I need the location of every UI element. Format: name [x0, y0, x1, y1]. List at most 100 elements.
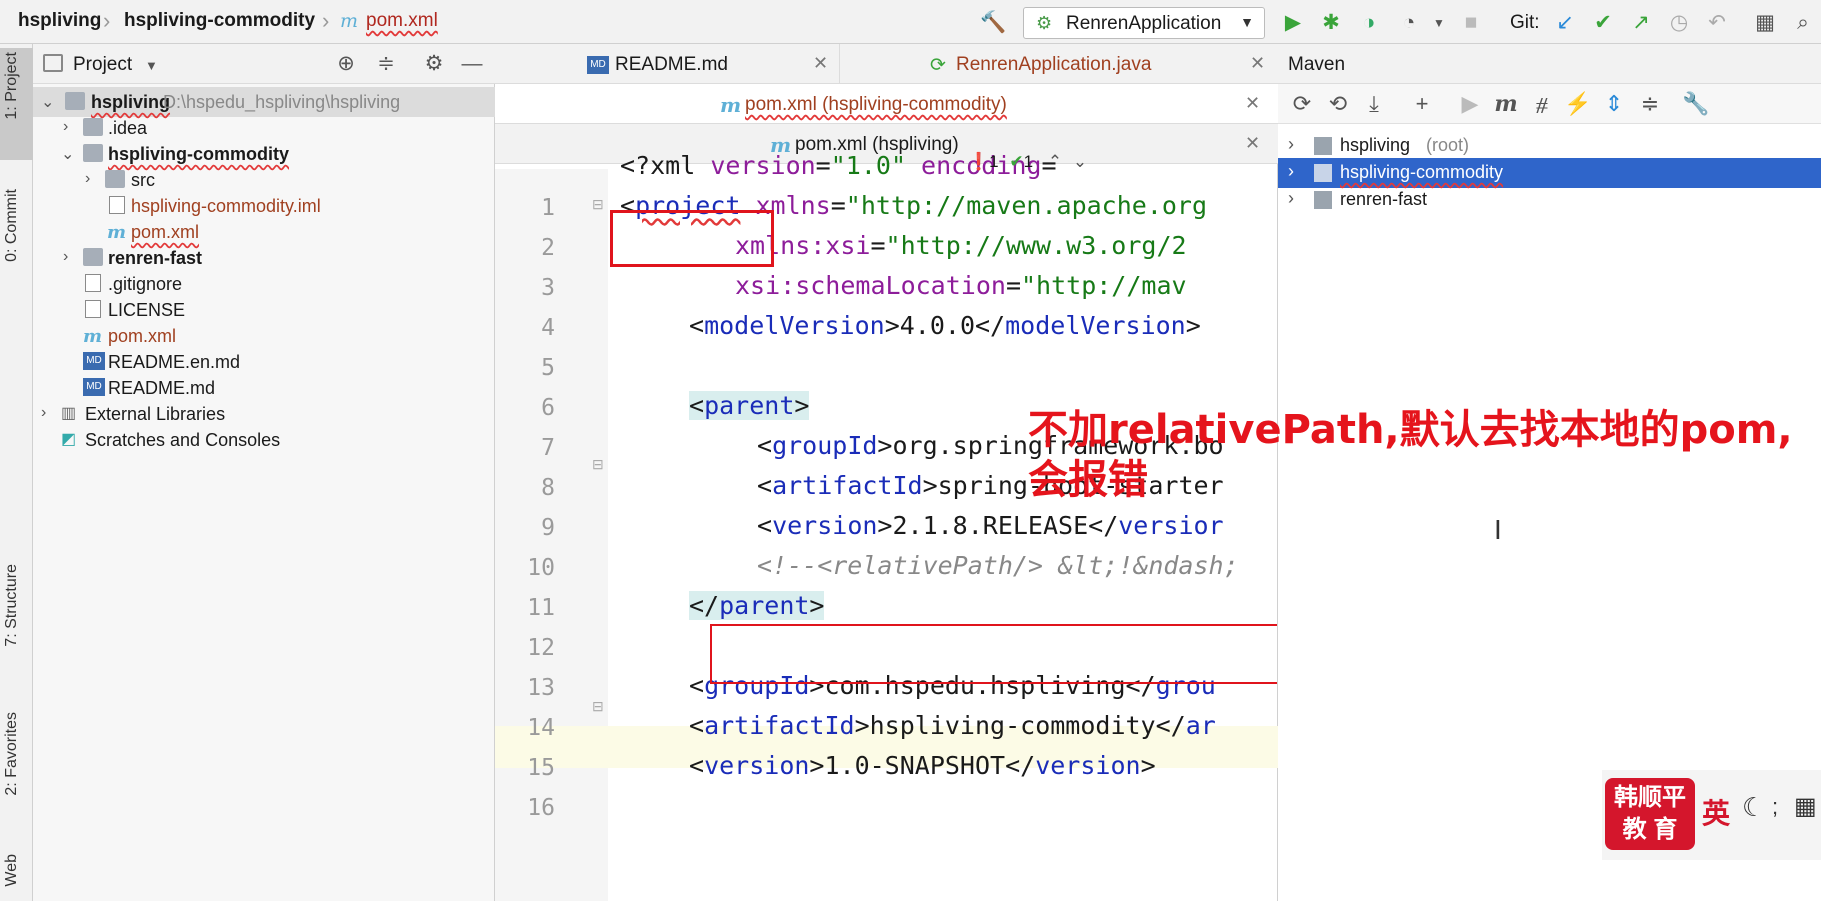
tab-commit[interactable]: 0: Commit	[3, 189, 21, 262]
run-icon[interactable]: ▶	[1280, 10, 1306, 36]
tab-renren-application[interactable]: ⟳ RenrenApplication.java ✕	[840, 44, 1278, 84]
tab-project[interactable]: 1: Project	[3, 52, 21, 120]
code-line-3[interactable]: xmlns:xsi="http://www.w3.org/2	[735, 231, 1187, 260]
maven-item-renren-fast[interactable]: › renren-fast	[1278, 185, 1821, 215]
project-view-icon	[43, 54, 63, 72]
collapse-all-icon[interactable]: ≑	[373, 51, 399, 77]
maven-item-hspliving[interactable]: › hspliving (root)	[1278, 131, 1821, 161]
breadcrumb-file[interactable]: pom.xml	[366, 10, 438, 32]
chevron-right-icon[interactable]: ›	[1288, 134, 1294, 155]
search-icon[interactable]: ⌕	[1790, 10, 1816, 36]
reload-folder-icon[interactable]: ⟲	[1324, 91, 1352, 117]
code-line-11[interactable]: <!--<relativePath/> &lt;!&ndash;	[757, 551, 1239, 580]
error-count: 1	[989, 152, 999, 171]
download-icon[interactable]: ⤓	[1360, 91, 1388, 117]
code-line-4[interactable]: xsi:schemaLocation="http://mav	[735, 271, 1187, 300]
code-line-15[interactable]: <artifactId>hspliving-commodity</ar	[689, 711, 1216, 740]
reload-icon[interactable]: ⟳	[1288, 91, 1316, 117]
wrench-icon[interactable]: 🔧	[1682, 91, 1710, 117]
close-icon[interactable]: ✕	[1250, 53, 1265, 74]
skip-tests-icon[interactable]: ⚡	[1564, 91, 1592, 117]
breadcrumb-project[interactable]: hspliving	[18, 10, 101, 32]
breadcrumb-module[interactable]: hspliving-commodity	[124, 10, 315, 32]
execute-goal-icon[interactable]: m	[1492, 91, 1520, 117]
locate-icon[interactable]: ⊕	[333, 51, 359, 77]
run-icon[interactable]: ▶	[1456, 91, 1484, 117]
line-number: 10	[527, 555, 555, 581]
code-token: modelVersion	[704, 311, 885, 340]
code-token: </	[689, 591, 720, 620]
tab-readme[interactable]: MD README.md ✕	[495, 44, 840, 84]
add-icon[interactable]: +	[1408, 91, 1436, 117]
ime-language-label[interactable]: 英	[1702, 792, 1730, 832]
code-line-10[interactable]: <version>2.1.8.RELEASE</versior	[757, 511, 1224, 540]
keyboard-icon[interactable]: ▦	[1794, 792, 1817, 821]
inspection-widget[interactable]: ❗1 ✔1 ⌃ ⌄	[968, 152, 1087, 172]
library-icon: ▥	[61, 405, 77, 422]
hide-icon[interactable]: —	[459, 51, 485, 77]
line-number: 9	[541, 515, 555, 541]
code-token: >	[1140, 751, 1156, 780]
project-structure-icon[interactable]: ▦	[1752, 10, 1778, 36]
show-dependencies-icon[interactable]: ⇕	[1600, 91, 1628, 117]
git-push-icon[interactable]: ↗	[1628, 10, 1654, 36]
collapse-all-icon[interactable]: ≑	[1636, 91, 1664, 117]
debug-icon[interactable]: ✱	[1318, 10, 1344, 36]
project-panel-title[interactable]: Project	[73, 54, 132, 76]
tree-item-label: External Libraries	[85, 404, 226, 424]
chevron-down-icon[interactable]: ⌄	[61, 144, 74, 164]
tree-item-label: LICENSE	[108, 300, 186, 320]
tab-favorites[interactable]: 2: Favorites	[3, 712, 21, 796]
tab-pom-commodity[interactable]: m pom.xml (hspliving-commodity) ✕	[495, 84, 1278, 124]
maven-module-icon	[1314, 191, 1332, 209]
profile-icon[interactable]: ◔	[1396, 10, 1422, 36]
line-number: 4	[541, 315, 555, 341]
chevron-right-icon[interactable]: ›	[63, 118, 68, 136]
chevron-down-icon[interactable]: ⌄	[41, 92, 54, 112]
code-line-16[interactable]: <version>1.0-SNAPSHOT</version>	[689, 751, 1156, 780]
stop-icon[interactable]: ■	[1458, 10, 1484, 36]
chevron-down-icon[interactable]: ▼	[145, 58, 158, 73]
code-line-12[interactable]: </parent>	[689, 591, 825, 620]
gear-icon[interactable]: ⚙	[421, 51, 447, 77]
markdown-icon: MD	[587, 56, 609, 74]
chevron-right-icon[interactable]: ›	[63, 248, 68, 266]
tree-item-scratches[interactable]: ◩ Scratches and Consoles	[33, 425, 495, 455]
maven-item-hspliving-commodity[interactable]: › hspliving-commodity	[1278, 158, 1821, 188]
fold-marker-icon[interactable]: ⊟	[592, 196, 604, 213]
iml-file-icon	[109, 196, 125, 214]
spring-icon: ⚙	[1036, 13, 1053, 33]
chevron-right-icon[interactable]: ›	[1288, 188, 1294, 209]
rollback-icon[interactable]: ↶	[1704, 10, 1730, 36]
close-icon[interactable]: ✕	[813, 53, 828, 74]
chevron-right-icon[interactable]: ›	[41, 404, 46, 422]
history-icon[interactable]: ◷	[1666, 10, 1692, 36]
punctuation-icon[interactable]: ;	[1772, 794, 1778, 820]
chevron-down-icon[interactable]: ▼	[1426, 10, 1452, 36]
chevron-down-icon[interactable]: ⌄	[1073, 152, 1087, 171]
chevron-right-icon[interactable]: ›	[1288, 161, 1294, 182]
maven-file-icon: m	[83, 326, 103, 347]
git-update-icon[interactable]: ↙	[1552, 10, 1578, 36]
maven-file-icon: m	[720, 93, 742, 117]
tab-web[interactable]: Web	[3, 854, 21, 887]
fold-marker-icon[interactable]: ⊟	[592, 456, 604, 473]
line-number: 5	[541, 355, 555, 381]
code-token: artifactId	[772, 471, 923, 500]
code-line-7[interactable]: <parent>	[689, 391, 810, 420]
coverage-icon[interactable]: ◑	[1356, 10, 1382, 36]
close-icon[interactable]: ✕	[1245, 133, 1260, 154]
code-line-5[interactable]: <modelVersion>4.0.0</modelVersion>	[689, 311, 1201, 340]
chevron-right-icon[interactable]: ›	[85, 170, 90, 188]
close-icon[interactable]: ✕	[1245, 93, 1260, 114]
chevron-up-icon[interactable]: ⌃	[1048, 152, 1062, 171]
fold-marker-icon[interactable]: ⊟	[592, 698, 604, 715]
build-hammer-icon[interactable]: 🔨	[980, 10, 1006, 36]
line-number: 13	[527, 675, 555, 701]
git-commit-icon[interactable]: ✔	[1590, 10, 1616, 36]
moon-icon[interactable]: ☾	[1742, 792, 1765, 823]
tab-structure[interactable]: 7: Structure	[3, 564, 21, 647]
toggle-offline-icon[interactable]: ⧣	[1528, 91, 1556, 117]
run-configuration-select[interactable]: RenrenApplication ⚙ ▼	[1023, 7, 1265, 39]
line-number: 12	[527, 635, 555, 661]
